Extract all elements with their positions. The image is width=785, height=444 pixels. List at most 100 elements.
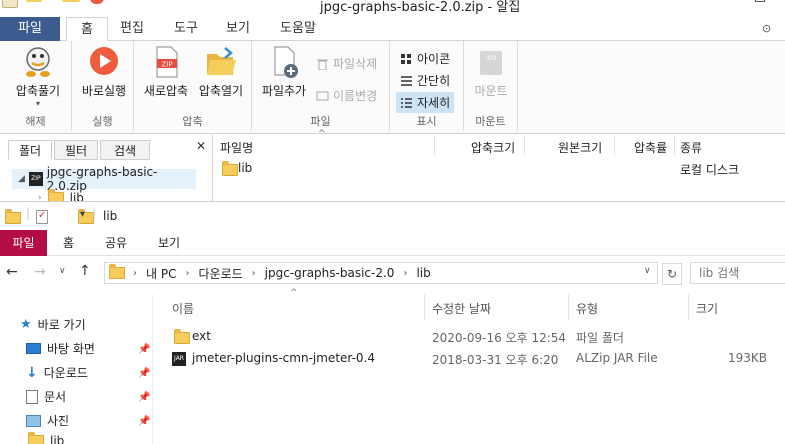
pane-tab-search[interactable]: 검색 [100,140,150,160]
download-icon: ↓ [26,364,38,381]
pin-icon[interactable]: 📌 [138,392,150,403]
breadcrumb-archive-folder[interactable]: jpgc-graphs-basic-2.0 [265,266,395,280]
column-ratio[interactable]: 압축률 [634,139,667,156]
chevron-right-icon[interactable]: › [403,268,407,279]
chevron-down-icon[interactable]: ▾ [104,0,120,4]
jar-file-icon: JAR [172,352,186,366]
breadcrumb-lib[interactable]: lib [416,266,430,280]
pin-icon[interactable]: 📌 [138,416,150,427]
address-dropdown-icon[interactable]: ∨ [644,266,651,276]
nav-item-downloads[interactable]: ↓ 다운로드 [26,364,88,381]
chevron-right-icon[interactable]: › [133,268,137,279]
tab-edit[interactable]: 편집 [116,17,148,41]
table-row[interactable]: ext 2020-09-16 오후 12:54 파일 폴더 [154,326,785,348]
chevron-right-icon[interactable]: › [252,268,256,279]
document-icon [26,389,38,404]
back-icon[interactable]: ← [6,264,18,280]
column-type[interactable]: 유형 [576,300,598,317]
column-filename[interactable]: 파일명 [220,139,253,156]
separator: | [26,206,31,220]
tab-file[interactable]: 파일 [0,230,47,256]
breadcrumb-downloads[interactable]: 다운로드 [198,265,242,282]
maximize-icon[interactable] [755,0,765,2]
view-details-button[interactable]: 자세히 [396,92,455,113]
table-row[interactable]: lib 로컬 디스크 [214,159,785,179]
new-compress-button[interactable]: ZIP 새로압축 [140,45,192,99]
column-original-size[interactable]: 원본크기 [558,139,602,156]
tree-item-root[interactable]: ◢ ZIP jpgc-graphs-basic-2.0.zip [12,165,196,193]
group-label: 마운트 [475,115,506,128]
nav-item-pictures[interactable]: 사진 [26,412,69,429]
open-archive-button[interactable]: 압축열기 [194,45,248,99]
folder-icon [222,161,238,176]
column-separator[interactable] [688,294,689,320]
chevron-right-icon[interactable]: › [185,268,189,279]
delete-file-button[interactable]: 파일삭제 [316,55,377,72]
pin-icon[interactable]: 📌 [138,344,150,355]
column-separator[interactable] [674,135,675,155]
extract-button[interactable]: 압축풀기 ▾ [8,45,68,108]
run-now-button[interactable]: 바로실행 [76,45,132,99]
pane-tab-folder[interactable]: 폴더 [8,140,52,160]
refresh-icon[interactable]: ↻ [662,263,682,285]
star-icon: ★ [20,317,32,332]
tab-tools[interactable]: 도구 [170,17,202,41]
recent-locations-icon[interactable]: ∨ [59,266,66,276]
sort-up-icon: ^ [318,129,326,139]
sort-up-icon: ^ [290,288,298,298]
forward-icon[interactable]: → [34,264,46,280]
column-type[interactable]: 종류 [680,139,702,156]
run-icon[interactable] [90,0,104,4]
tab-home[interactable]: 홈 [63,230,74,256]
nav-item-lib[interactable]: lib [28,432,64,444]
table-row[interactable]: JAR jmeter-plugins-cmn-jmeter-0.4 2018-0… [154,348,785,370]
properties-icon[interactable]: ✓ [36,210,48,224]
column-separator[interactable] [434,135,435,155]
chevron-down-icon[interactable]: ◢ [18,174,25,184]
row-name: ext [192,329,211,343]
column-compressed-size[interactable]: 압축크기 [471,139,515,156]
tab-file[interactable]: 파일 [0,17,60,41]
folder-icon[interactable] [26,0,42,2]
row-name: lib [238,161,253,175]
column-date-modified[interactable]: 수정한 날짜 [432,300,491,317]
alzip-content: 폴더 필터 검색 ✕ ◢ ZIP jpgc-graphs-basic-2.0.z… [0,129,785,210]
address-bar[interactable]: › 내 PC › 다운로드 › jpgc-graphs-basic-2.0 › … [104,262,658,284]
view-list-button[interactable]: 간단히 [400,72,450,89]
search-input[interactable] [690,262,785,284]
column-size[interactable]: 크기 [696,300,718,317]
add-file-button[interactable]: 파일추가 [258,45,310,99]
customize-quick-access-icon[interactable]: ▾ [80,209,85,220]
tab-help[interactable]: 도움말 [276,17,320,41]
view-icons-button[interactable]: 아이콘 [400,50,450,67]
run-now-label: 바로실행 [81,84,127,98]
column-separator[interactable] [524,135,525,155]
pin-icon[interactable]: 📌 [138,368,150,379]
up-icon[interactable]: ↑ [79,263,91,279]
open-archive-label: 압축열기 [198,84,244,98]
tab-view[interactable]: 보기 [222,17,254,41]
nav-item-documents[interactable]: 문서 [26,388,66,405]
view-list-label: 간단히 [417,74,451,88]
close-icon[interactable]: ✕ [196,139,206,153]
extract-icon [22,45,54,79]
folder-icon [109,264,125,279]
rename-button[interactable]: 이름변경 [316,87,377,104]
mount-button[interactable]: ISO 마운트 [468,45,514,99]
pane-tab-filter[interactable]: 필터 [54,140,98,160]
column-separator[interactable] [568,294,569,320]
help-icon[interactable]: ⊙ [762,22,771,35]
tab-share[interactable]: 공유 [105,230,127,256]
tab-home[interactable]: 홈 [66,17,108,42]
breadcrumb-this-pc[interactable]: 내 PC [146,265,176,282]
group-label: 표시 [416,115,437,128]
nav-item-desktop[interactable]: 바탕 화면 [26,340,95,357]
column-separator[interactable] [424,294,425,320]
column-name[interactable]: 이름 [172,300,194,317]
column-separator[interactable] [614,135,615,155]
nav-item-quick-access[interactable]: ★ 바로 가기 [20,316,86,333]
tab-view[interactable]: 보기 [158,230,180,256]
explorer-titlebar: | ✓ ▾ | lib [0,202,785,230]
open-folder-icon[interactable] [62,0,80,2]
window-title: jpgc-graphs-basic-2.0.zip - 알집 [320,0,521,15]
